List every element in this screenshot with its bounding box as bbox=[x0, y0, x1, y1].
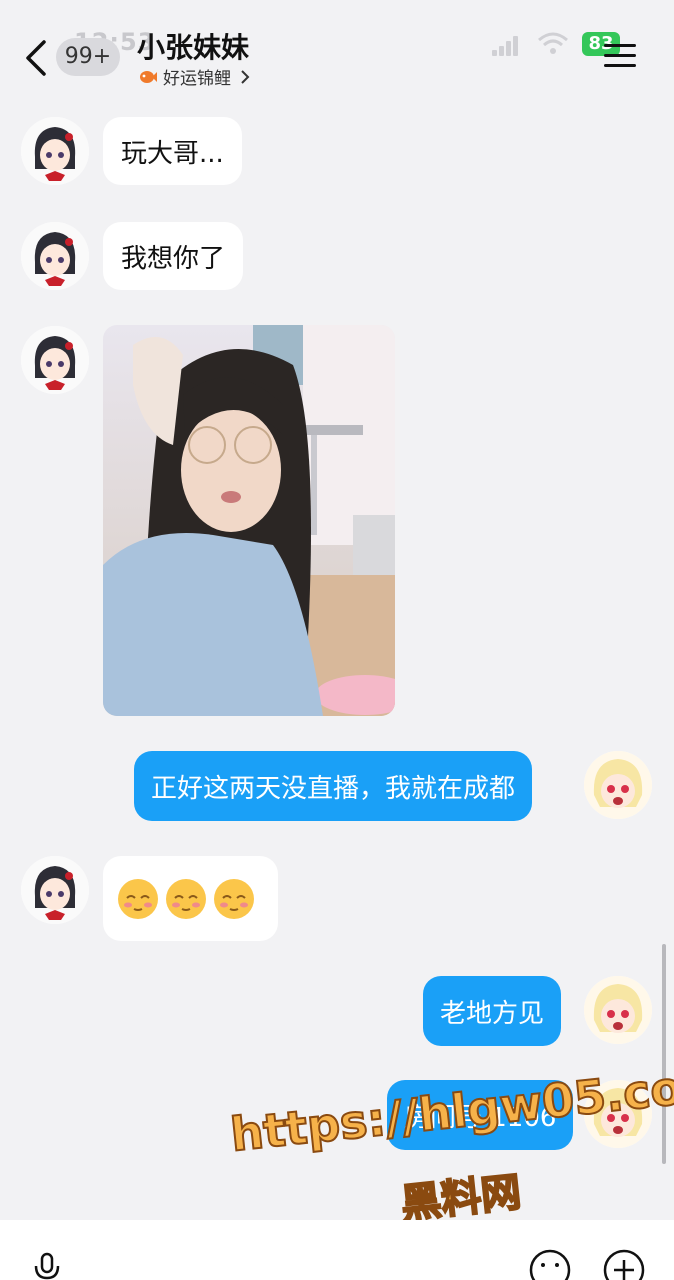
koi-fish-icon bbox=[140, 70, 157, 83]
my-avatar[interactable] bbox=[584, 976, 652, 1044]
message-bubble-incoming[interactable] bbox=[103, 856, 278, 941]
menu-icon[interactable] bbox=[604, 42, 636, 70]
message-text: 正好这两天没直播，我就在成都 bbox=[151, 773, 516, 804]
chevron-right-icon bbox=[241, 69, 250, 84]
smile-icon[interactable] bbox=[528, 1248, 572, 1280]
message-bubble-incoming[interactable]: 我想你了 bbox=[103, 222, 244, 290]
contact-name[interactable]: 小张妹妹 bbox=[137, 26, 249, 66]
blushing-face-icon bbox=[166, 878, 206, 919]
my-avatar[interactable] bbox=[584, 751, 652, 819]
unread-count-badge[interactable]: 99+ bbox=[56, 38, 120, 76]
message-text: 玩大哥... bbox=[121, 138, 224, 169]
back-icon[interactable] bbox=[22, 38, 50, 78]
input-bar bbox=[0, 1220, 674, 1280]
contact-avatar[interactable] bbox=[21, 326, 89, 394]
message-bubble-outgoing[interactable]: 正好这两天没直播，我就在成都 bbox=[134, 751, 533, 821]
contact-avatar[interactable] bbox=[21, 222, 89, 290]
mic-icon[interactable] bbox=[32, 1252, 62, 1280]
chat-scrollbar[interactable] bbox=[662, 944, 666, 1164]
contact-subtitle[interactable]: 好运锦鲤 bbox=[137, 64, 251, 89]
contact-avatar[interactable] bbox=[21, 856, 89, 924]
blushing-face-icon bbox=[118, 878, 158, 919]
message-photo[interactable] bbox=[103, 325, 395, 716]
subtitle-text: 好运锦鲤 bbox=[163, 69, 231, 89]
message-bubble-incoming[interactable]: 玩大哥... bbox=[103, 117, 242, 185]
blushing-face-icon bbox=[214, 878, 254, 919]
contact-avatar[interactable] bbox=[21, 117, 89, 185]
message-bubble-outgoing[interactable]: 老地方见 bbox=[423, 976, 562, 1046]
signal-icon bbox=[492, 36, 518, 56]
plus-icon[interactable] bbox=[602, 1248, 646, 1280]
chat-header: 12:53 99+ 小张妹妹 好运锦鲤 83 bbox=[0, 0, 674, 104]
wifi-icon bbox=[538, 32, 568, 54]
message-text: 老地方见 bbox=[440, 998, 545, 1029]
message-text: 我想你了 bbox=[121, 243, 226, 274]
